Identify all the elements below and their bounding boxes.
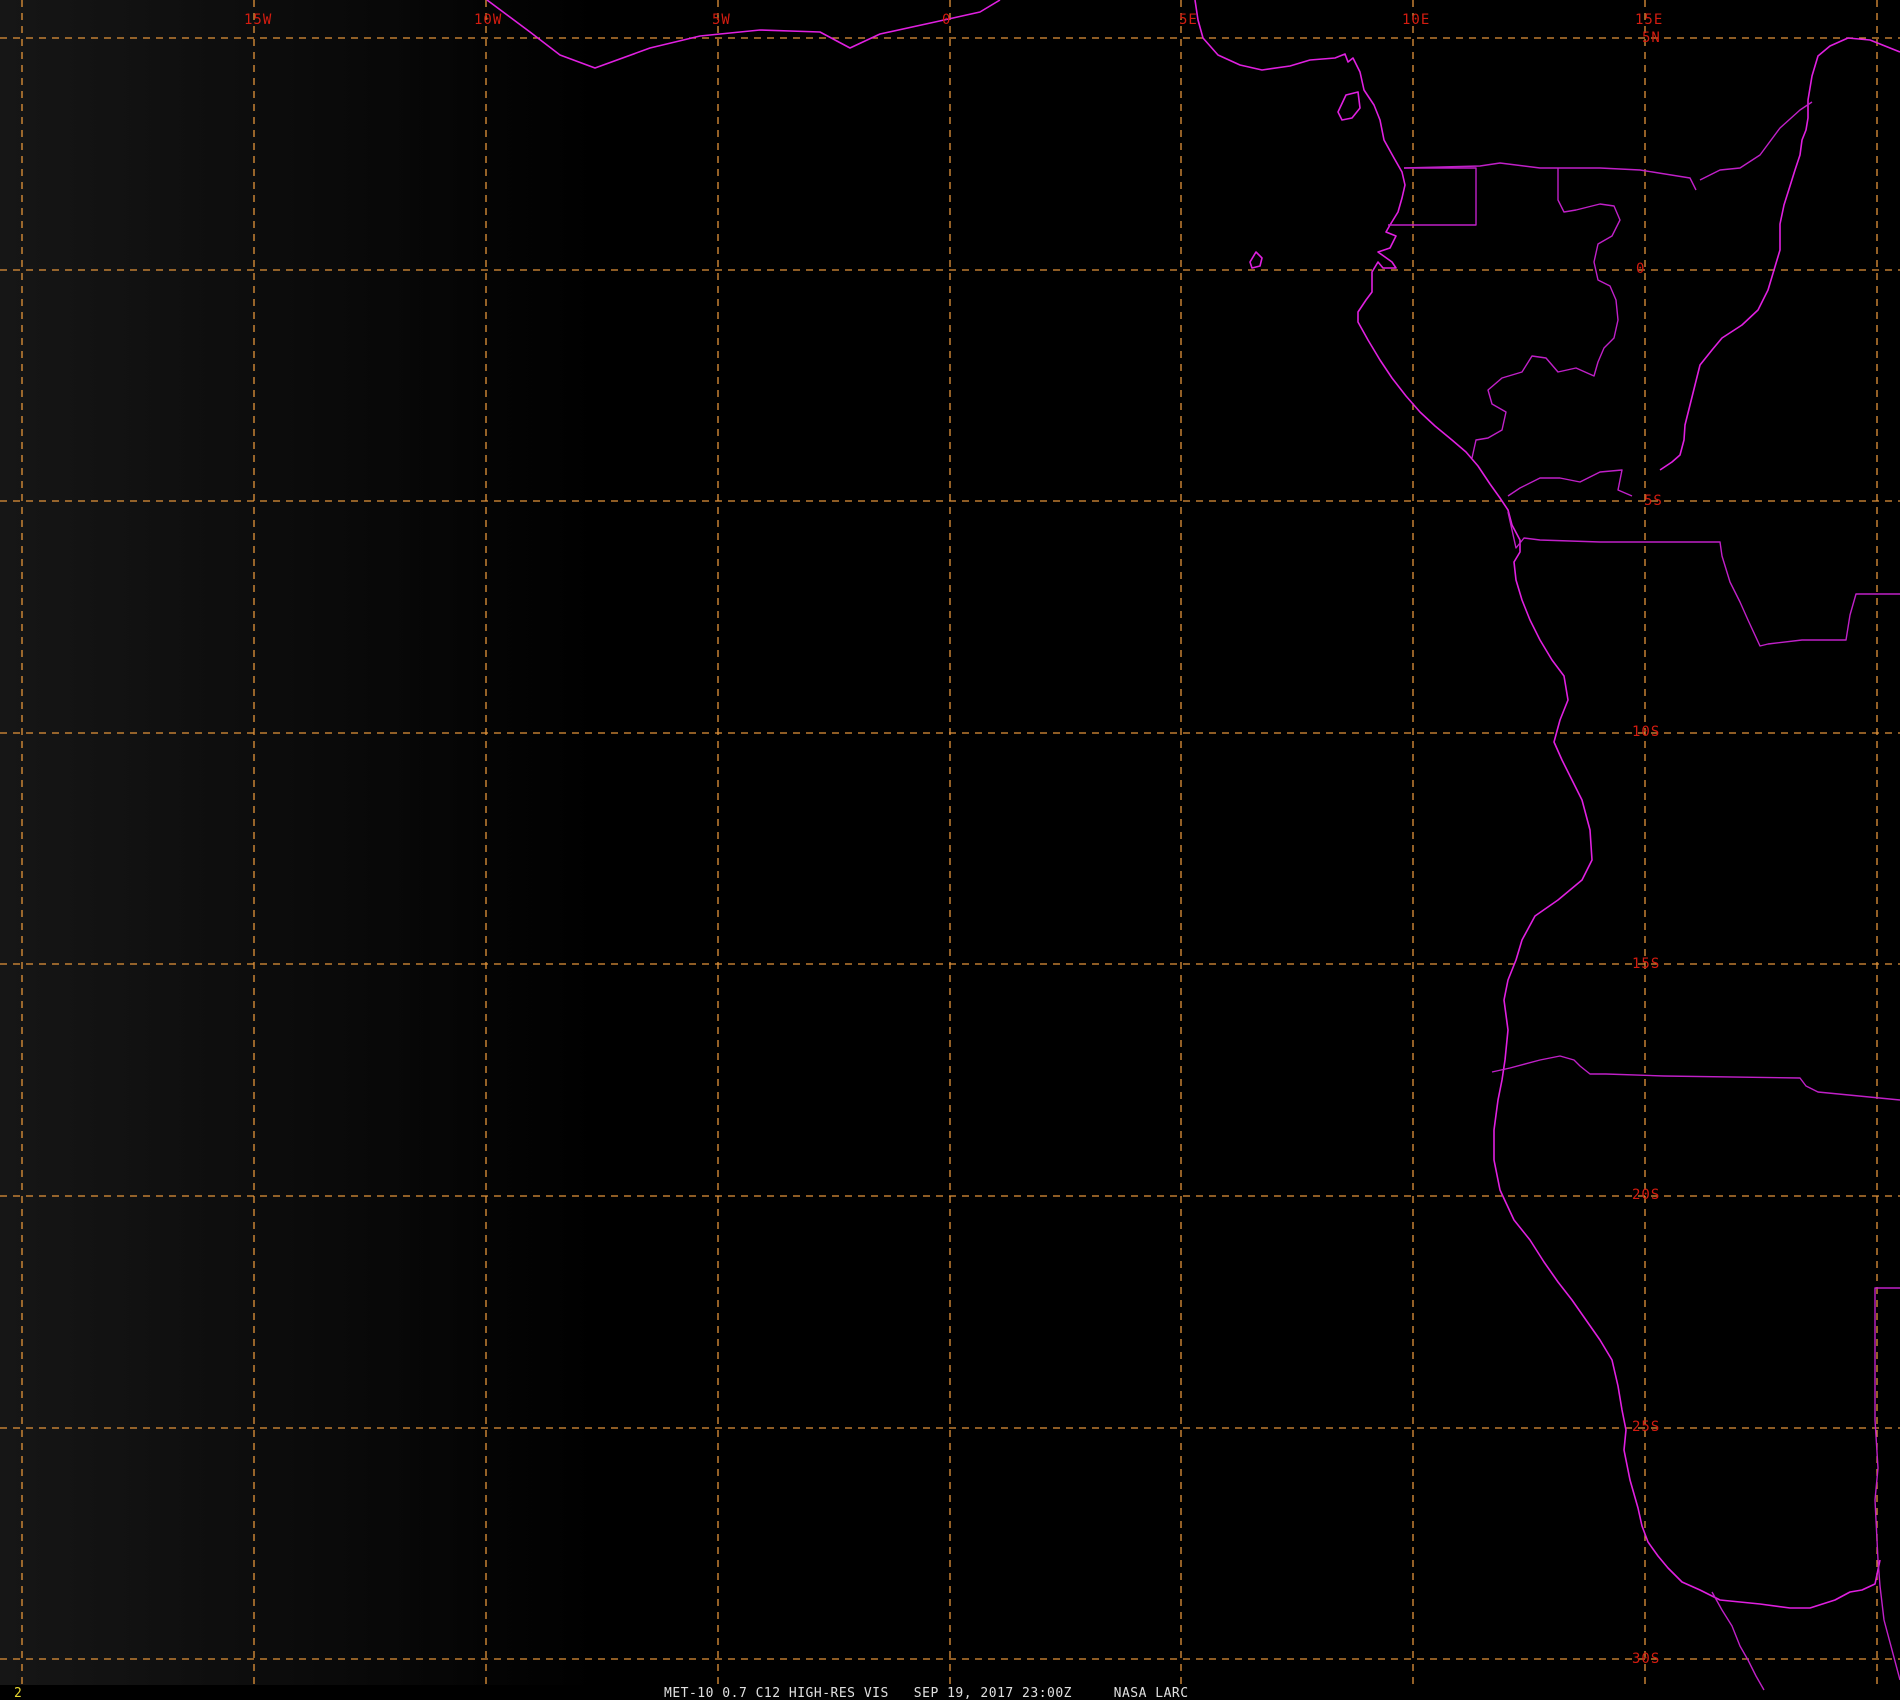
border-segment: [1403, 162, 1697, 191]
lat-label-20s: 20S: [1632, 1187, 1660, 1203]
lon-label-10e: 10E: [1402, 12, 1430, 28]
lat-label-5n: 5N: [1642, 30, 1661, 46]
coastlines: [486, 0, 1900, 1609]
lat-label-0: 0: [1636, 261, 1645, 277]
lat-label-30s: 30S: [1632, 1651, 1660, 1667]
border-segment: [1388, 167, 1477, 226]
satellite-map-view: 15W 10W 5W 0 5E 10E 15E 5N 0 5S 10S 15S …: [0, 0, 1900, 1700]
border-segment: [1507, 469, 1633, 497]
lat-label-15s: 15S: [1632, 956, 1660, 972]
border-segment: [1471, 168, 1621, 459]
border-segment: [1491, 1055, 1900, 1101]
border-segment: [1711, 1591, 1765, 1691]
lat-label-25s: 25S: [1632, 1419, 1660, 1435]
coastline-bioko-island: [1337, 91, 1361, 121]
border-segment: [1874, 1287, 1900, 1681]
coastline-guinea-gulf-east: [1194, 0, 1881, 1609]
coastline-sao-tome-island: [1249, 251, 1263, 269]
lon-label-15e: 15E: [1635, 12, 1663, 28]
frame-number: 2: [14, 1686, 22, 1700]
lon-label-10w: 10W: [474, 12, 502, 28]
lon-label-0: 0: [942, 12, 951, 28]
lon-label-5w: 5W: [712, 12, 731, 28]
map-canvas: 15W 10W 5W 0 5E 10E 15E 5N 0 5S 10S 15S …: [0, 0, 1900, 1700]
country-borders: [1388, 101, 1900, 1691]
latitude-labels: 5N 0 5S 10S 15S 20S 25S 30S: [1632, 30, 1663, 1667]
border-segment: [1507, 511, 1900, 647]
lon-label-5e: 5E: [1179, 12, 1198, 28]
lat-label-10s: 10S: [1632, 724, 1660, 740]
image-caption: MET-10 0.7 C12 HIGH-RES VIS SEP 19, 2017…: [664, 1686, 1189, 1700]
lat-label-5s: 5S: [1644, 493, 1663, 509]
earth-limb-shading: [0, 0, 600, 1685]
lon-label-15w: 15W: [244, 12, 272, 28]
coastline-east-boundary: [1659, 37, 1900, 471]
